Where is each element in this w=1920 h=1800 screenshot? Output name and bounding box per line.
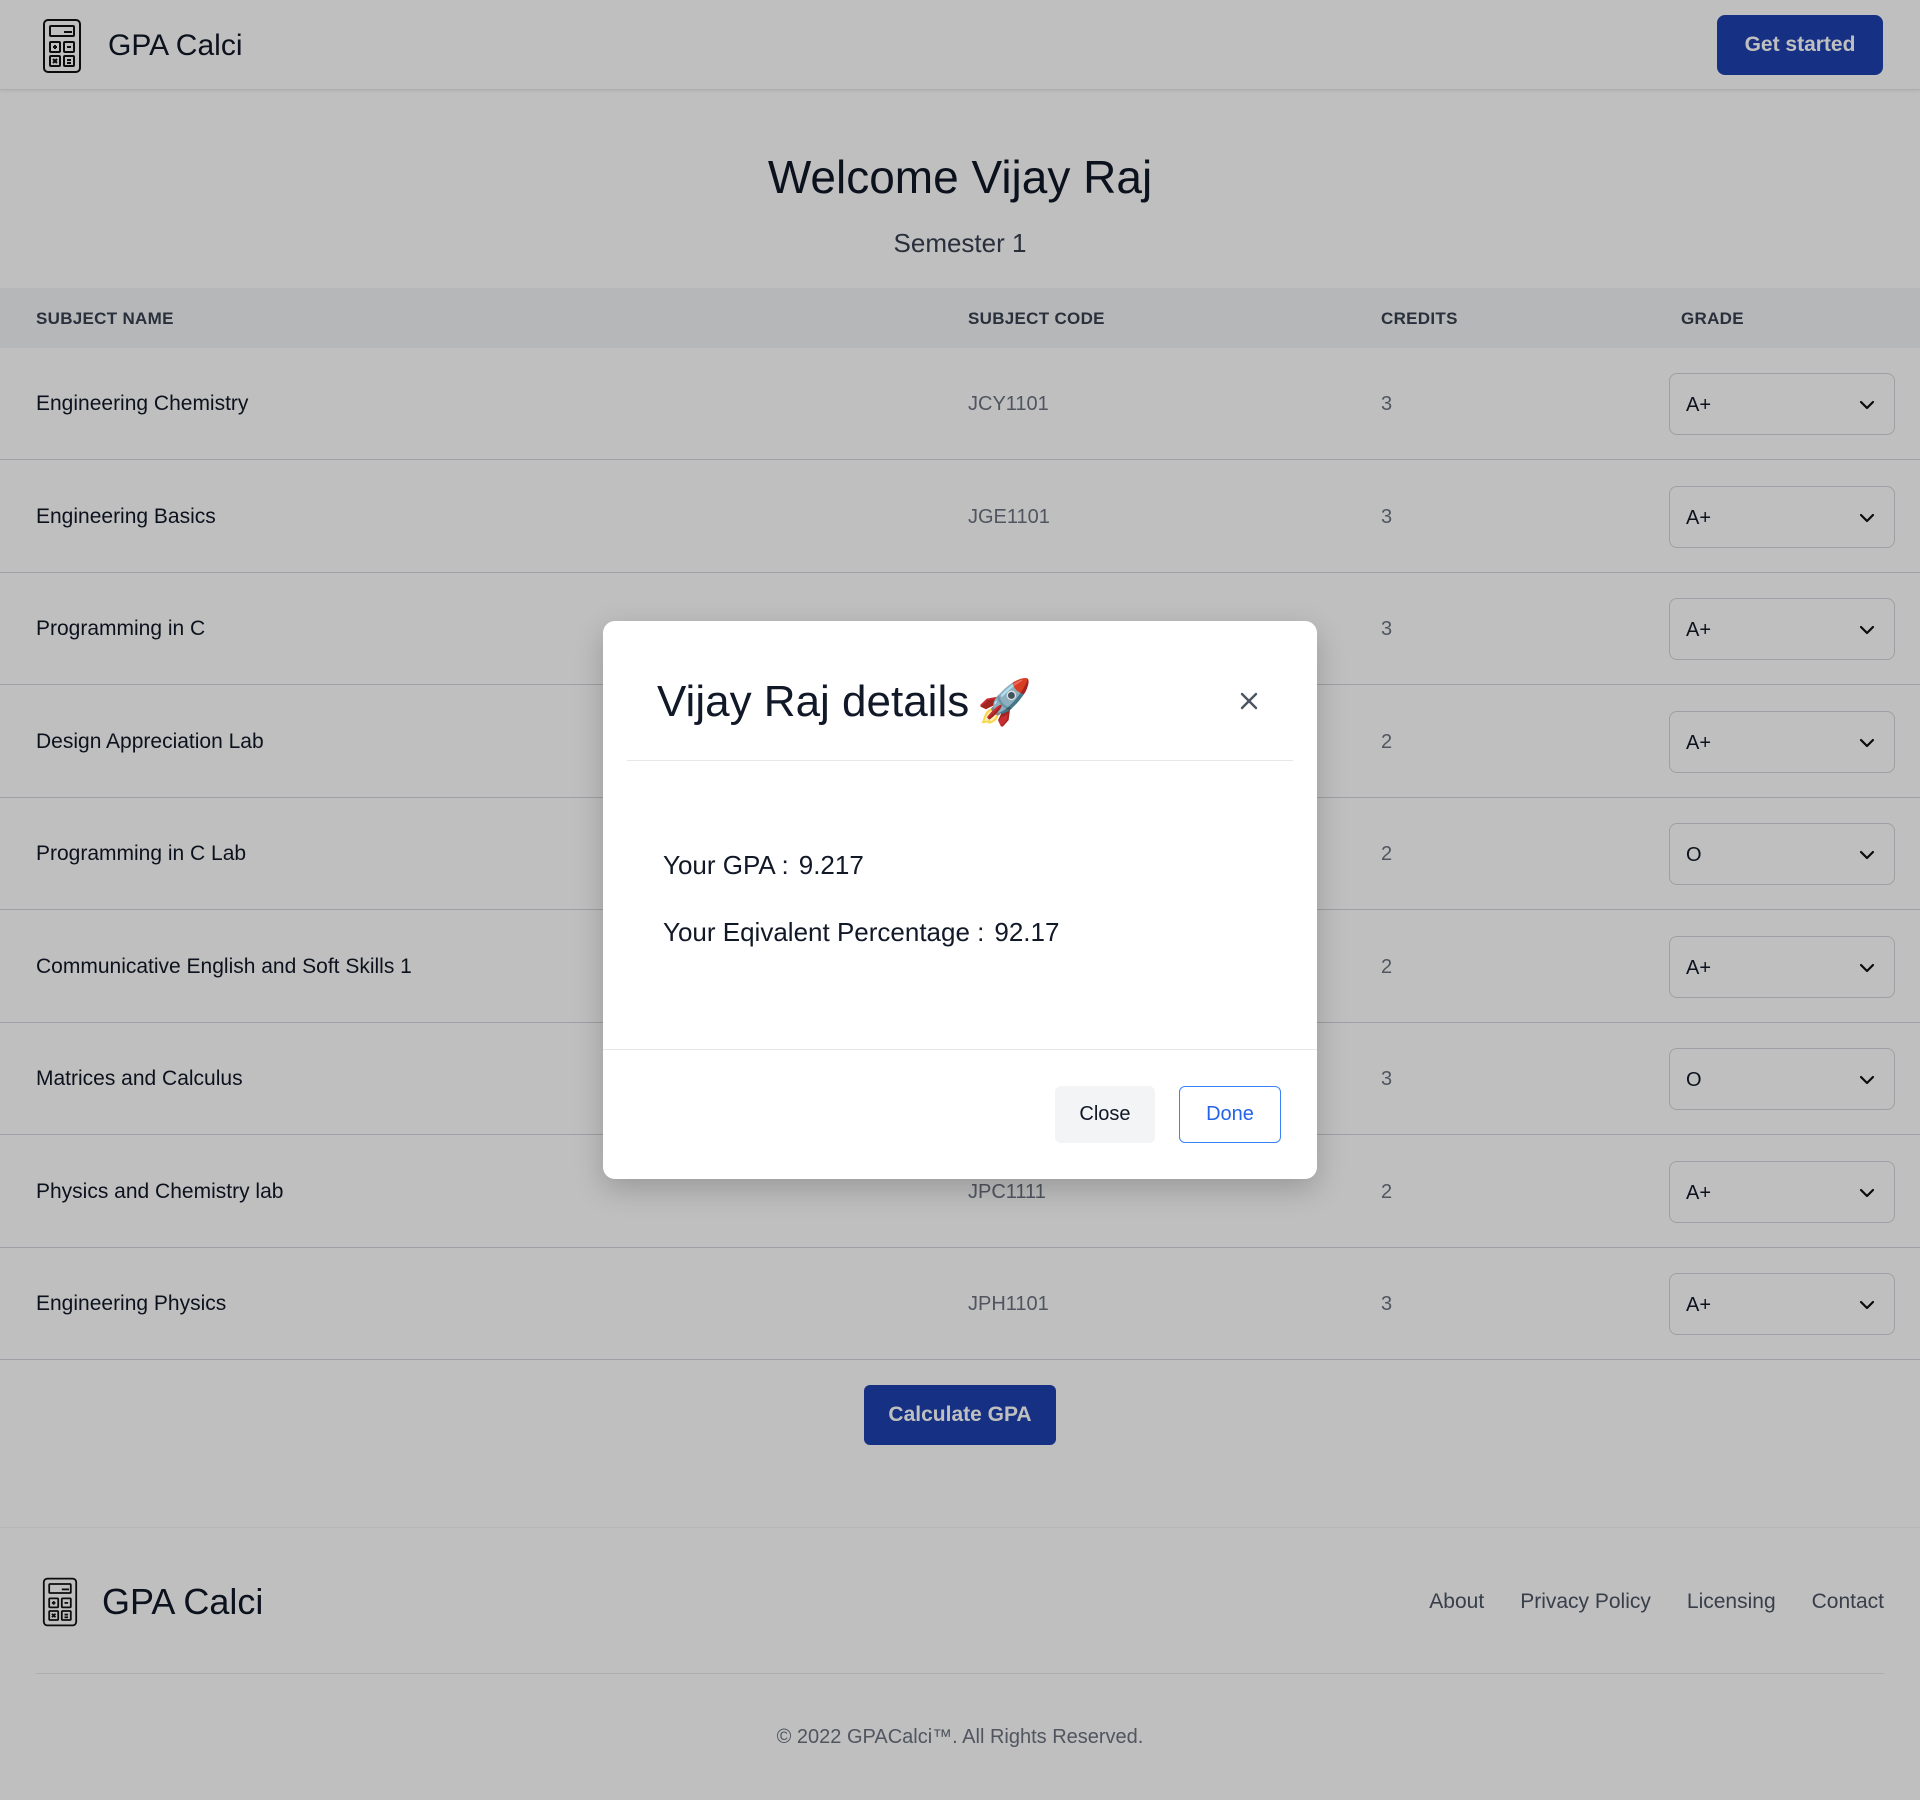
gpa-label: Your GPA :	[663, 850, 789, 880]
modal-divider	[627, 760, 1293, 761]
gpa-line: Your GPA : 9.217	[663, 850, 864, 881]
percentage-value: 92.17	[994, 917, 1060, 947]
percentage-label: Your Eqivalent Percentage :	[663, 917, 985, 947]
close-icon[interactable]	[1239, 691, 1259, 711]
gpa-value: 9.217	[798, 850, 864, 880]
modal-title: Vijay Raj details 🚀	[657, 676, 1032, 728]
close-button[interactable]: Close	[1055, 1086, 1155, 1143]
modal-footer-divider	[603, 1049, 1317, 1050]
percentage-line: Your Eqivalent Percentage : 92.17	[663, 917, 1059, 948]
details-modal: Vijay Raj details 🚀 Your GPA : 9.217 Your…	[603, 621, 1317, 1179]
modal-title-text: Vijay Raj details	[657, 677, 970, 726]
done-button[interactable]: Done	[1179, 1086, 1281, 1143]
rocket-icon: 🚀	[977, 678, 1033, 727]
